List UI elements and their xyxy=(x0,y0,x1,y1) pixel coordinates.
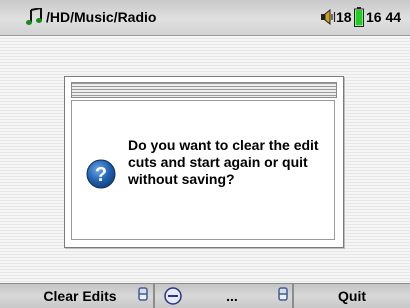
clear-edits-button[interactable]: Clear Edits xyxy=(26,284,134,308)
more-options-button[interactable]: ... xyxy=(182,284,282,308)
dialog-body: ? Do you want to clear the edit cuts and… xyxy=(71,100,335,240)
confirm-dialog: ? Do you want to clear the edit cuts and… xyxy=(64,76,344,248)
dialog-message: Do you want to clear the edit cuts and s… xyxy=(128,137,319,187)
softkey-left-icon xyxy=(138,287,148,301)
softkey-separator xyxy=(153,284,155,308)
question-icon: ? xyxy=(86,159,116,189)
softkey-bar: Clear Edits ... Quit xyxy=(0,283,410,308)
clock: 16 44 xyxy=(366,9,402,25)
svg-text:?: ? xyxy=(95,164,107,186)
dialog-titlebar xyxy=(71,82,337,98)
music-note-icon xyxy=(26,8,42,25)
quit-button[interactable]: Quit xyxy=(294,284,410,308)
status-bar: /HD/Music/Radio 18 16 44 xyxy=(0,0,410,36)
folder-path: /HD/Music/Radio xyxy=(46,9,157,25)
speaker-icon xyxy=(321,9,336,25)
volume-level: 18 xyxy=(336,9,352,25)
softkey-right-icon xyxy=(278,287,288,301)
battery-icon xyxy=(354,7,364,27)
menu-icon[interactable] xyxy=(164,287,182,305)
screen: /HD/Music/Radio 18 16 44 ? Do you want t… xyxy=(0,0,410,308)
